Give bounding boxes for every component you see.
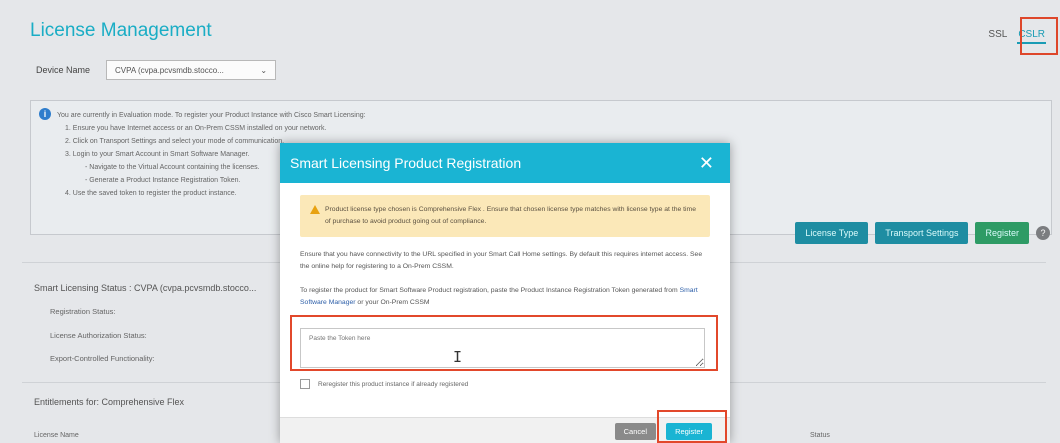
close-icon[interactable]: ✕ bbox=[699, 154, 714, 172]
connectivity-text: Ensure that you have connectivity to the… bbox=[300, 251, 703, 270]
warning-text: Product license type chosen is Comprehen… bbox=[325, 206, 696, 225]
register-instructions-prefix: To register the product for Smart Softwa… bbox=[300, 287, 680, 294]
modal-title: Smart Licensing Product Registration bbox=[290, 155, 522, 171]
register-instructions: To register the product for Smart Softwa… bbox=[300, 285, 710, 309]
reregister-label: Reregister this product instance if alre… bbox=[318, 380, 469, 388]
warning-icon bbox=[310, 205, 320, 214]
register-instructions-suffix: or your On-Prem CSSM bbox=[355, 299, 430, 306]
license-type-warning: Product license type chosen is Comprehen… bbox=[300, 195, 710, 237]
cancel-button[interactable]: Cancel bbox=[614, 423, 656, 440]
reregister-option: Reregister this product instance if alre… bbox=[300, 379, 468, 389]
registration-modal: Smart Licensing Product Registration ✕ P… bbox=[280, 143, 730, 443]
highlight-box-register bbox=[657, 410, 727, 443]
modal-header: Smart Licensing Product Registration ✕ bbox=[280, 143, 730, 183]
reregister-checkbox[interactable] bbox=[300, 379, 310, 389]
highlight-box-token bbox=[290, 315, 718, 371]
